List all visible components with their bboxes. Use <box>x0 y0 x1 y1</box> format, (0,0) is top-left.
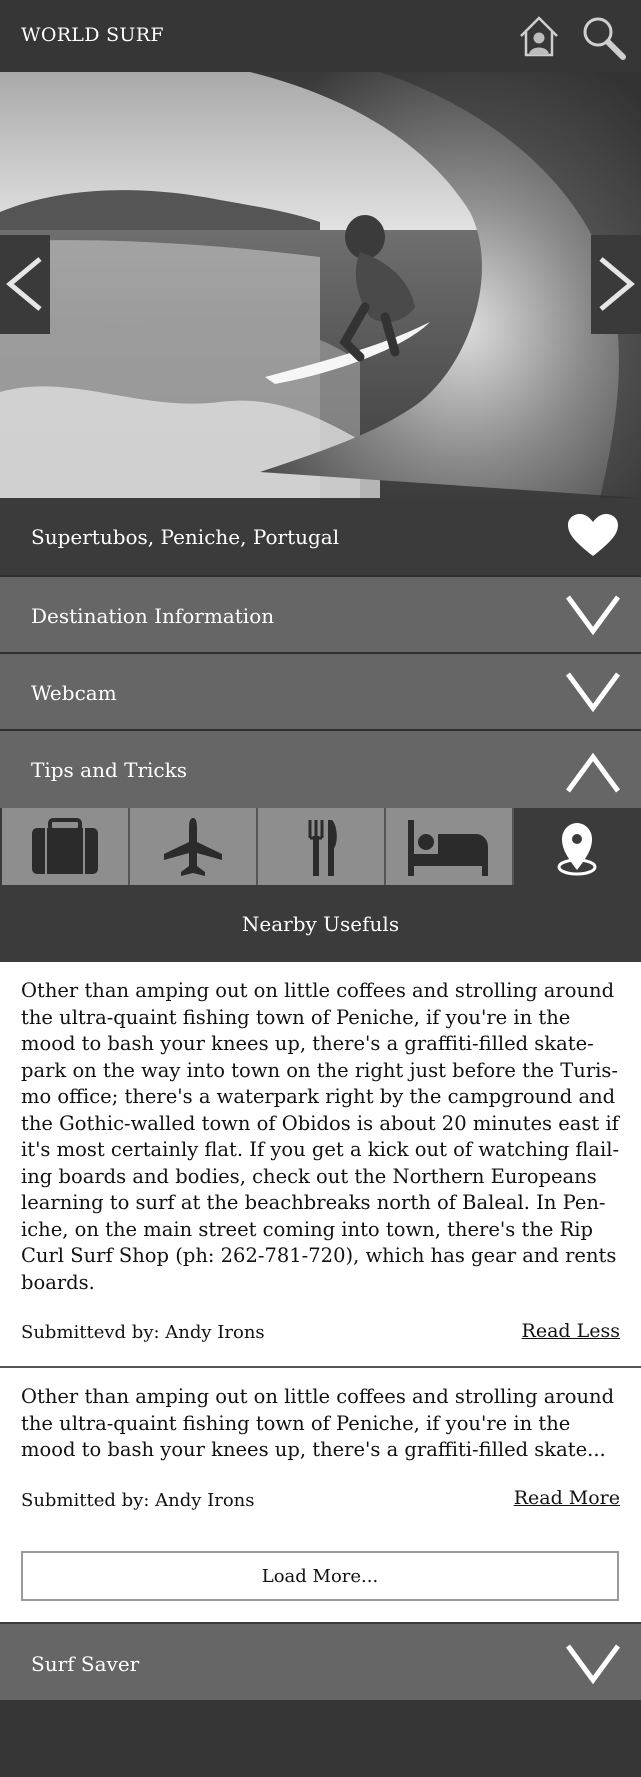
section-label: Surf Saver <box>31 1652 140 1676</box>
tip-line: it's most certainly flat. If you get a k… <box>21 1138 620 1161</box>
nearby-title: Nearby Usefuls <box>241 912 400 936</box>
next-slide-button[interactable] <box>591 235 641 334</box>
divider <box>0 1366 641 1368</box>
section-tips-and-tricks[interactable]: Tips and Tricks <box>0 731 641 808</box>
tab-dining[interactable] <box>258 808 386 885</box>
tip-line: learning to surf at the beachbreaks nort… <box>21 1191 606 1214</box>
top-bar: WORLD SURF <box>0 0 641 72</box>
section-label: Tips and Tricks <box>31 758 188 782</box>
suitcase-icon <box>32 818 98 874</box>
heart-icon[interactable] <box>565 512 621 558</box>
tab-luggage[interactable] <box>2 808 130 885</box>
tip-line: mood to bash your knees up, there's a gr… <box>21 1032 594 1055</box>
tip-line: the ultra-quaint fishing town of Peniche… <box>21 1005 571 1029</box>
page: WORLD SURF Supertubos, Peniche, Portugal… <box>0 0 641 1777</box>
section-destination-information[interactable]: Destination Information <box>0 577 641 652</box>
tip-line: ing boards and bodies, check out the Nor… <box>21 1164 597 1188</box>
tab-flights[interactable] <box>130 808 258 885</box>
read-more-link[interactable]: Read More <box>514 1487 620 1509</box>
section-label: Destination Information <box>31 604 275 628</box>
fork-knife-icon <box>308 820 337 876</box>
tip-line: Other than amping out on little coffees … <box>21 1385 615 1408</box>
tip-line: park on the way into town on the right j… <box>21 1058 619 1082</box>
prev-slide-button[interactable] <box>0 235 50 334</box>
category-tabs <box>0 808 641 886</box>
submitted-by: Submittevd by: Andy Irons <box>21 1322 265 1343</box>
chevron-up-icon <box>565 752 621 793</box>
tip-line: the Gothic-walled town of Obidos is abou… <box>21 1111 619 1135</box>
surf-photo <box>0 72 641 498</box>
chevron-left-icon <box>6 257 42 311</box>
tip-text: Other than amping out on little coffees … <box>21 1384 621 1464</box>
read-less-link[interactable]: Read Less <box>522 1320 620 1342</box>
location-row: Supertubos, Peniche, Portugal <box>0 498 641 575</box>
chevron-right-icon <box>599 257 635 311</box>
tab-nearby[interactable] <box>514 808 641 885</box>
tip-line: the ultra-quaint fishing town of Peniche… <box>21 1411 571 1435</box>
chevron-down-icon <box>565 595 621 636</box>
location-title: Supertubos, Peniche, Portugal <box>31 525 340 549</box>
hero-image <box>0 72 641 498</box>
tip-line: Curl Surf Shop (ph: 262-781-720), which … <box>21 1244 617 1267</box>
tip-line: mo office; there's a waterpark right by … <box>21 1085 616 1108</box>
section-webcam[interactable]: Webcam <box>0 654 641 729</box>
tip-line: boards. <box>21 1270 95 1294</box>
brand-title: WORLD SURF <box>21 24 164 46</box>
section-surf-saver[interactable]: Surf Saver <box>0 1624 641 1700</box>
tip-line: iche, on the main street coming into tow… <box>21 1217 593 1241</box>
map-pin-icon <box>557 823 597 876</box>
tip-line: mood to bash your knees up, there's a gr… <box>21 1438 606 1461</box>
chevron-down-icon <box>565 672 621 713</box>
search-icon[interactable] <box>580 14 626 60</box>
airplane-icon <box>164 818 222 876</box>
tip-line: Other than amping out on little coffees … <box>21 979 615 1002</box>
tab-lodging[interactable] <box>386 808 514 885</box>
load-more-button[interactable]: Load More... <box>21 1551 619 1601</box>
bed-icon <box>408 820 488 876</box>
footer <box>0 1700 641 1777</box>
tip-text: Other than amping out on little coffees … <box>21 978 621 1296</box>
chevron-down-icon <box>565 1644 621 1685</box>
home-icon[interactable] <box>518 14 560 58</box>
submitted-by: Submitted by: Andy Irons <box>21 1490 255 1511</box>
section-label: Webcam <box>31 681 117 705</box>
nearby-usefuls-header: Nearby Usefuls <box>0 886 641 962</box>
